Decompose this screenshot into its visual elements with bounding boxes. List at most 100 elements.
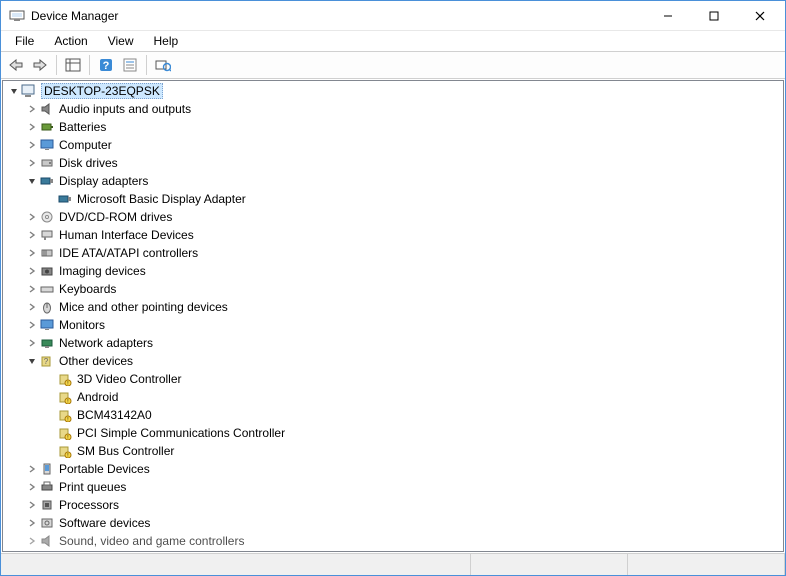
device-label: Microsoft Basic Display Adapter (77, 192, 246, 206)
device-label: Android (77, 390, 118, 404)
battery-icon (39, 119, 55, 135)
svg-text:!: ! (67, 399, 68, 404)
tree-root-label: DESKTOP-23EQPSK (41, 83, 163, 99)
category-label: Human Interface Devices (59, 228, 194, 242)
category-label: Display adapters (59, 174, 148, 188)
tree-device-smbus[interactable]: ! SM Bus Controller (3, 442, 783, 460)
mouse-icon (39, 299, 55, 315)
monitor-icon (39, 137, 55, 153)
computer-icon (21, 83, 37, 99)
category-label: DVD/CD-ROM drives (59, 210, 172, 224)
chevron-down-icon[interactable] (7, 84, 21, 98)
chevron-right-icon[interactable] (25, 246, 39, 260)
menu-view[interactable]: View (100, 32, 142, 50)
category-label: Computer (59, 138, 112, 152)
tree-category-dvd[interactable]: DVD/CD-ROM drives (3, 208, 783, 226)
tree-device-basic-display[interactable]: Microsoft Basic Display Adapter (3, 190, 783, 208)
tree-category-print[interactable]: Print queues (3, 478, 783, 496)
tree-category-portable[interactable]: Portable Devices (3, 460, 783, 478)
tree-category-computer[interactable]: Computer (3, 136, 783, 154)
chevron-right-icon[interactable] (25, 282, 39, 296)
properties-button[interactable] (119, 54, 141, 76)
network-icon (39, 335, 55, 351)
category-label: Batteries (59, 120, 106, 134)
tree-category-ide[interactable]: IDE ATA/ATAPI controllers (3, 244, 783, 262)
chevron-right-icon[interactable] (25, 480, 39, 494)
tree-device-android[interactable]: ! Android (3, 388, 783, 406)
tree-category-disk[interactable]: Disk drives (3, 154, 783, 172)
tree-device-3dvideo[interactable]: ! 3D Video Controller (3, 370, 783, 388)
tree-category-network[interactable]: Network adapters (3, 334, 783, 352)
category-label: IDE ATA/ATAPI controllers (59, 246, 198, 260)
chevron-right-icon[interactable] (25, 300, 39, 314)
menu-help[interactable]: Help (146, 32, 187, 50)
status-cell (1, 554, 471, 575)
tree-category-software[interactable]: Software devices (3, 514, 783, 532)
close-button[interactable] (737, 2, 783, 30)
tree-device-bcm[interactable]: ! BCM43142A0 (3, 406, 783, 424)
expander-empty (43, 408, 57, 422)
forward-button[interactable] (29, 54, 51, 76)
show-hide-console-button[interactable] (62, 54, 84, 76)
tree-category-batteries[interactable]: Batteries (3, 118, 783, 136)
chevron-right-icon[interactable] (25, 120, 39, 134)
menu-action[interactable]: Action (46, 32, 95, 50)
chevron-right-icon[interactable] (25, 318, 39, 332)
tree-category-imaging[interactable]: Imaging devices (3, 262, 783, 280)
device-tree[interactable]: DESKTOP-23EQPSK Audio inputs and outputs… (3, 81, 783, 551)
warning-device-icon: ! (57, 443, 73, 459)
display-adapter-icon (57, 191, 73, 207)
sound-icon (39, 533, 55, 549)
menu-file[interactable]: File (7, 32, 42, 50)
status-cell (471, 554, 628, 575)
category-label: Print queues (59, 480, 126, 494)
category-label: Mice and other pointing devices (59, 300, 228, 314)
category-label: Sound, video and game controllers (59, 534, 244, 548)
tree-device-pci[interactable]: ! PCI Simple Communications Controller (3, 424, 783, 442)
chevron-right-icon[interactable] (25, 138, 39, 152)
window-title: Device Manager (31, 9, 645, 23)
toolbar-separator (89, 55, 90, 75)
svg-text:!: ! (67, 417, 68, 422)
category-label: Portable Devices (59, 462, 150, 476)
chevron-right-icon[interactable] (25, 156, 39, 170)
maximize-button[interactable] (691, 2, 737, 30)
category-label: Audio inputs and outputs (59, 102, 191, 116)
chevron-right-icon[interactable] (25, 336, 39, 350)
chevron-right-icon[interactable] (25, 462, 39, 476)
help-button[interactable]: ? (95, 54, 117, 76)
back-button[interactable] (5, 54, 27, 76)
menubar: File Action View Help (1, 31, 785, 51)
chevron-right-icon[interactable] (25, 228, 39, 242)
expander-empty (43, 426, 57, 440)
chevron-right-icon[interactable] (25, 516, 39, 530)
chevron-right-icon[interactable] (25, 534, 39, 548)
warning-device-icon: ! (57, 371, 73, 387)
tree-category-keyboards[interactable]: Keyboards (3, 280, 783, 298)
chevron-right-icon[interactable] (25, 210, 39, 224)
tree-category-audio[interactable]: Audio inputs and outputs (3, 100, 783, 118)
content-area: DESKTOP-23EQPSK Audio inputs and outputs… (2, 80, 784, 552)
category-label: Software devices (59, 516, 150, 530)
statusbar (1, 553, 785, 575)
tree-category-other[interactable]: ? Other devices (3, 352, 783, 370)
toolbar-separator (146, 55, 147, 75)
minimize-button[interactable] (645, 2, 691, 30)
tree-category-processors[interactable]: Processors (3, 496, 783, 514)
chevron-right-icon[interactable] (25, 264, 39, 278)
category-label: Monitors (59, 318, 105, 332)
tree-category-hid[interactable]: Human Interface Devices (3, 226, 783, 244)
tree-category-sound[interactable]: Sound, video and game controllers (3, 532, 783, 550)
tree-category-mice[interactable]: Mice and other pointing devices (3, 298, 783, 316)
category-label: Keyboards (59, 282, 116, 296)
chevron-down-icon[interactable] (25, 354, 39, 368)
display-adapter-icon (39, 173, 55, 189)
scan-hardware-button[interactable] (152, 54, 174, 76)
software-icon (39, 515, 55, 531)
tree-category-monitors[interactable]: Monitors (3, 316, 783, 334)
chevron-right-icon[interactable] (25, 102, 39, 116)
tree-root[interactable]: DESKTOP-23EQPSK (3, 82, 783, 100)
tree-category-display[interactable]: Display adapters (3, 172, 783, 190)
chevron-down-icon[interactable] (25, 174, 39, 188)
chevron-right-icon[interactable] (25, 498, 39, 512)
